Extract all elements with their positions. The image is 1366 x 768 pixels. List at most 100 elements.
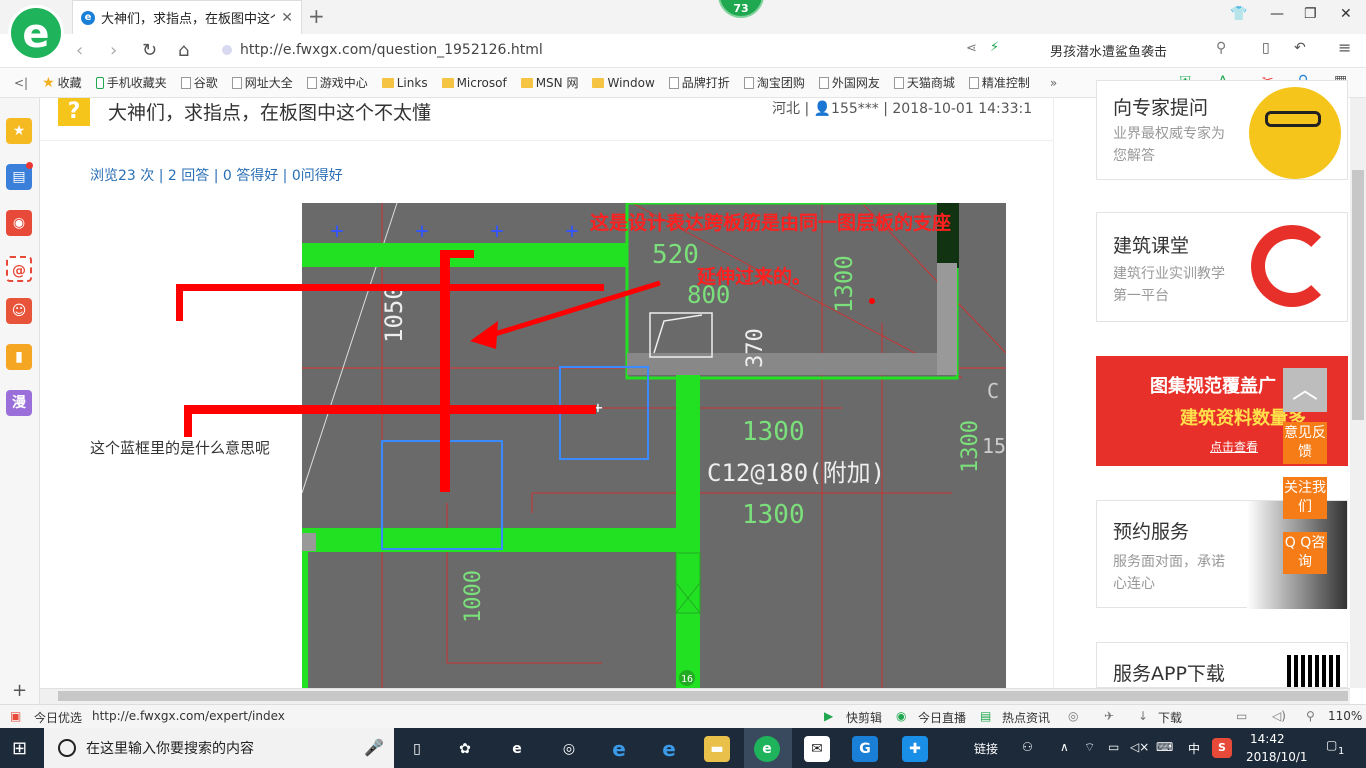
edge-icon[interactable]: e bbox=[606, 736, 632, 762]
network-icon[interactable]: ⌔ bbox=[1084, 740, 1095, 755]
bookmark-item[interactable]: Microsof bbox=[441, 76, 507, 90]
microphone-icon[interactable]: 🎤 bbox=[364, 738, 384, 757]
dim-label: C bbox=[987, 379, 999, 403]
red-annotation-top bbox=[440, 250, 474, 258]
menu-icon[interactable]: ≡ bbox=[1338, 38, 1351, 57]
bookmark-item[interactable]: ★ 收藏 bbox=[42, 74, 82, 91]
g-app-icon[interactable]: G bbox=[852, 736, 878, 762]
window-icon[interactable]: ▭ bbox=[1236, 709, 1247, 723]
app-download-card[interactable]: 服务APP下载 bbox=[1096, 642, 1348, 688]
bookmark-item[interactable]: 手机收藏夹 bbox=[95, 74, 167, 91]
zoom-icon[interactable]: ⚲ bbox=[1306, 709, 1315, 723]
game-icon[interactable]: ☺ bbox=[6, 298, 32, 324]
task-view-icon[interactable]: ▯ bbox=[404, 736, 430, 762]
mail-app-icon[interactable]: ✉ bbox=[804, 736, 830, 762]
follow-button[interactable]: 关注我们 bbox=[1283, 477, 1327, 519]
ask-expert-card[interactable]: 向专家提问 业界最权威专家为您解答 bbox=[1096, 80, 1348, 180]
notification-icon[interactable]: ▢ bbox=[1326, 738, 1337, 752]
clock-time[interactable]: 14:42 bbox=[1250, 732, 1285, 746]
shirt-icon[interactable]: 👕 bbox=[1230, 6, 1247, 22]
lightning-icon[interactable]: ⚡ bbox=[990, 40, 999, 55]
bookmark-item[interactable]: 网址大全 bbox=[231, 74, 293, 91]
vertical-scroll-thumb[interactable] bbox=[1352, 170, 1364, 420]
taskbar-search-input[interactable]: 在这里输入你要搜索的内容 bbox=[44, 728, 394, 768]
speed-icon[interactable]: ◎ bbox=[1068, 709, 1078, 723]
mail-icon[interactable]: @ bbox=[6, 256, 32, 282]
bookmark-item[interactable]: 天猫商城 bbox=[893, 74, 955, 91]
card-subtitle: 业界最权威专家为您解答 bbox=[1113, 126, 1225, 164]
minimize-icon[interactable]: — bbox=[1270, 6, 1284, 22]
battery-icon[interactable]: ▭ bbox=[1108, 740, 1119, 754]
status-item[interactable]: 下载 bbox=[1158, 709, 1182, 726]
course-card[interactable]: 建筑课堂 建筑行业实训教学第一平台 bbox=[1096, 212, 1348, 322]
search-suggestion[interactable]: 男孩潜水遭鲨鱼袭击 bbox=[1050, 41, 1167, 60]
taskbar-link[interactable]: 链接 bbox=[974, 740, 998, 757]
back-icon[interactable]: ‹ bbox=[76, 40, 83, 61]
horizontal-scroll-thumb[interactable] bbox=[58, 691, 1348, 701]
book-icon[interactable]: ▮ bbox=[6, 344, 32, 370]
bookmark-item[interactable]: Window bbox=[592, 76, 655, 90]
bookmark-item[interactable]: 精准控制 bbox=[968, 74, 1030, 91]
undo-icon[interactable]: ↶ bbox=[1294, 40, 1306, 56]
bookmark-item[interactable]: Links bbox=[381, 76, 428, 90]
question-description: 这个蓝框里的是什么意思呢 bbox=[90, 439, 271, 457]
url-text: http://e.fwxgx.com/question_1952126.html bbox=[240, 42, 543, 58]
people-icon[interactable]: ⚇ bbox=[1022, 740, 1033, 754]
360-browser-icon[interactable]: e bbox=[754, 736, 780, 762]
file-explorer-icon[interactable]: ▬ bbox=[704, 736, 730, 762]
video-icon: ▶ bbox=[824, 709, 834, 723]
bookmark-item[interactable]: 谷歌 bbox=[180, 74, 218, 91]
banner-button[interactable]: 点击查看 bbox=[1210, 438, 1258, 455]
bookmark-item[interactable]: MSN 网 bbox=[520, 74, 578, 91]
mute-icon[interactable]: ◁× bbox=[1130, 740, 1149, 754]
keyboard-icon[interactable]: ⌨ bbox=[1156, 740, 1173, 754]
sogou-icon[interactable]: S bbox=[1212, 738, 1232, 758]
home-icon[interactable]: ⌂ bbox=[178, 40, 189, 61]
add-sidebar-icon[interactable]: + bbox=[12, 680, 27, 701]
browser-logo-icon[interactable]: e bbox=[8, 5, 64, 61]
search-icon[interactable]: ⚲ bbox=[1216, 40, 1226, 56]
volume-icon[interactable]: ◁) bbox=[1272, 709, 1286, 723]
status-item[interactable]: 热点资讯 bbox=[1002, 709, 1050, 726]
bookmark-item[interactable]: 游戏中心 bbox=[306, 74, 368, 91]
ime-indicator[interactable]: 中 bbox=[1188, 740, 1200, 757]
forward-icon[interactable]: › bbox=[110, 40, 117, 61]
maximize-icon[interactable]: ❐ bbox=[1304, 6, 1317, 22]
bookmark-item[interactable]: 淘宝团购 bbox=[743, 74, 805, 91]
close-tab-icon[interactable]: ✕ bbox=[281, 10, 293, 26]
question-stats[interactable]: 浏览23 次 | 2 回答 | 0 答得好 | 0问得好 bbox=[90, 165, 343, 185]
bookmark-item[interactable]: 外国网友 bbox=[818, 74, 880, 91]
back-to-top-icon[interactable]: ︿ bbox=[1283, 368, 1327, 412]
tray-up-icon[interactable]: ∧ bbox=[1060, 740, 1069, 754]
windows-start-icon[interactable]: ⊞ bbox=[12, 738, 27, 759]
red-annotation-line-bottom bbox=[184, 405, 596, 414]
pinwheel-app-icon[interactable]: ✿ bbox=[452, 736, 478, 762]
reload-icon[interactable]: ↻ bbox=[142, 40, 157, 61]
close-window-icon[interactable]: ✕ bbox=[1340, 6, 1352, 22]
tab-active[interactable]: e 大神们，求指点，在板图中这个不 ✕ bbox=[72, 0, 302, 34]
comic-icon[interactable]: 漫 bbox=[6, 390, 32, 416]
bookmark-item[interactable]: 品牌打折 bbox=[668, 74, 730, 91]
status-item[interactable]: 今日直播 bbox=[918, 709, 966, 726]
weibo-icon[interactable]: ◉ bbox=[6, 210, 32, 236]
plus-app-icon[interactable]: ✚ bbox=[902, 736, 928, 762]
page-icon bbox=[668, 76, 679, 89]
question-image[interactable]: + + + + 520 800 1050 370 1300 1300 1300 … bbox=[302, 203, 1006, 688]
collapse-icon[interactable]: <| bbox=[14, 76, 28, 90]
spiral-app-icon[interactable]: ◎ bbox=[556, 736, 582, 762]
share-icon[interactable]: ⋖ bbox=[966, 41, 977, 56]
pin-icon[interactable]: ✈ bbox=[1104, 709, 1114, 723]
qq-button[interactable]: Q Q咨询 bbox=[1283, 532, 1327, 574]
new-tab-button[interactable]: + bbox=[308, 4, 325, 28]
download-icon: ↓ bbox=[1138, 709, 1149, 723]
status-today[interactable]: 今日优选 bbox=[34, 709, 82, 726]
favorites-star-icon[interactable]: ★ bbox=[6, 118, 32, 144]
more-bookmarks-icon[interactable]: » bbox=[1050, 76, 1057, 90]
mobile-icon[interactable]: ▯ bbox=[1262, 40, 1270, 56]
status-item[interactable]: 快剪辑 bbox=[846, 709, 882, 726]
clock-date[interactable]: 2018/10/1 bbox=[1246, 750, 1308, 764]
ie-icon[interactable]: e bbox=[656, 736, 682, 762]
edge-e-icon[interactable]: e bbox=[504, 736, 530, 762]
feedback-button[interactable]: 意见反馈 bbox=[1283, 422, 1327, 464]
zoom-level[interactable]: 110% bbox=[1328, 709, 1362, 723]
